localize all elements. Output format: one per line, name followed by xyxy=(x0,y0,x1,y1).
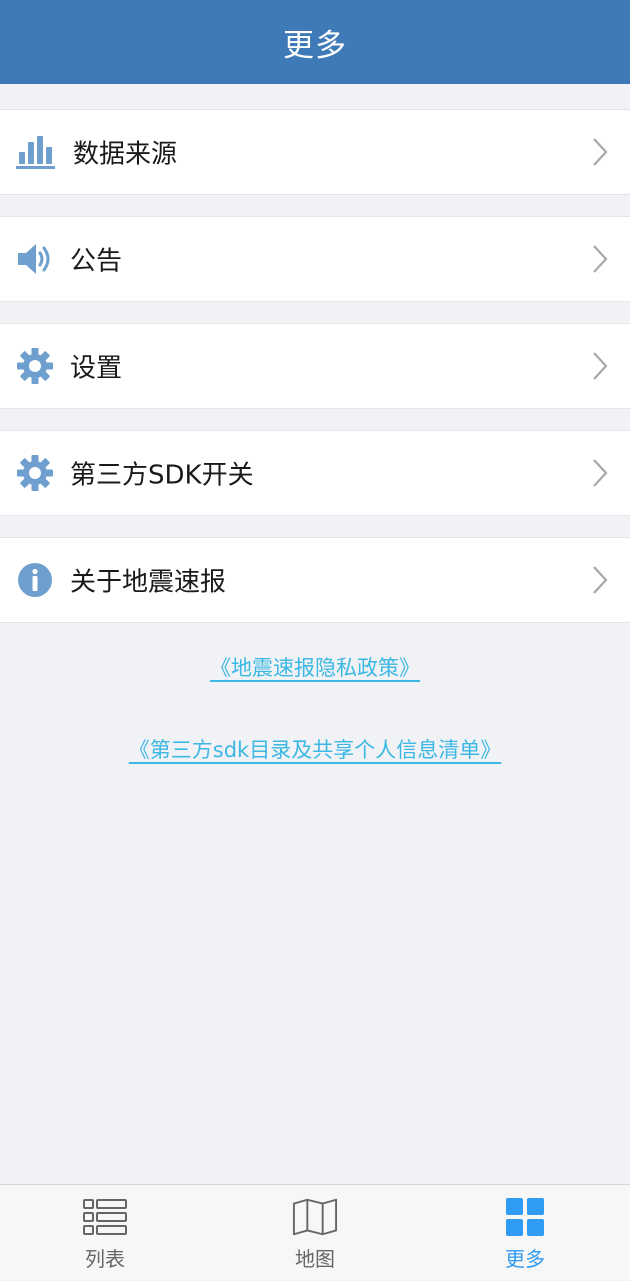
tab-more[interactable]: 更多 xyxy=(465,1185,585,1281)
menu-item-announcement[interactable]: 公告 xyxy=(0,216,630,302)
bar-chart-icon xyxy=(15,132,55,172)
tab-label: 地图 xyxy=(295,1247,335,1271)
chevron-right-icon xyxy=(593,459,608,487)
menu-item-label: 设置 xyxy=(70,353,123,384)
page-title: 更多 xyxy=(283,27,347,64)
tab-label: 列表 xyxy=(85,1247,125,1271)
menu-item-data-source[interactable]: 数据来源 xyxy=(0,109,630,195)
gear-icon xyxy=(15,453,55,493)
menu-item-label: 数据来源 xyxy=(73,139,178,170)
privacy-policy-link-row: 《地震速报隐私政策》 xyxy=(0,652,630,682)
chevron-right-icon xyxy=(593,138,608,166)
menu-item-label: 第三方SDK开关 xyxy=(70,460,254,491)
menu-item-sdk-switch[interactable]: 第三方SDK开关 xyxy=(0,430,630,516)
sdk-list-link[interactable]: 《第三方sdk目录及共享个人信息清单》 xyxy=(129,738,501,762)
menu-item-about[interactable]: 关于地震速报 xyxy=(0,537,630,623)
privacy-policy-link[interactable]: 《地震速报隐私政策》 xyxy=(210,656,420,680)
list-icon xyxy=(82,1197,128,1237)
tab-list[interactable]: 列表 xyxy=(45,1185,165,1281)
chevron-right-icon xyxy=(593,245,608,273)
bottom-tab-bar: 列表 地图 更多 xyxy=(0,1184,630,1280)
chevron-right-icon xyxy=(593,566,608,594)
menu-item-settings[interactable]: 设置 xyxy=(0,323,630,409)
menu-item-label: 公告 xyxy=(70,246,123,277)
grid-icon xyxy=(502,1197,548,1237)
speaker-icon xyxy=(15,239,55,279)
sdk-list-link-row: 《第三方sdk目录及共享个人信息清单》 xyxy=(0,734,630,764)
gear-icon xyxy=(15,346,55,386)
map-icon xyxy=(292,1197,338,1237)
menu-item-label: 关于地震速报 xyxy=(70,567,227,598)
tab-map[interactable]: 地图 xyxy=(255,1185,375,1281)
info-icon xyxy=(15,560,55,600)
chevron-right-icon xyxy=(593,352,608,380)
top-header: 更多 xyxy=(0,0,630,84)
tab-label: 更多 xyxy=(505,1247,545,1271)
